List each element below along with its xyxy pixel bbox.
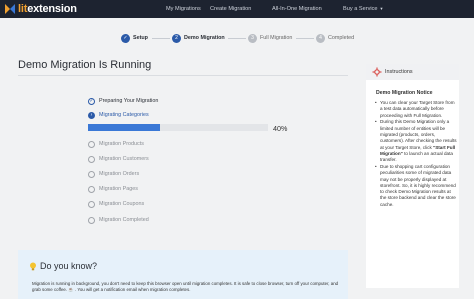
nav-buy-a-service-label: Buy a Service <box>343 6 378 12</box>
task-label: Migration Customers <box>99 156 149 162</box>
logo-mark-icon <box>5 4 15 14</box>
logo-text-rest: extension <box>27 3 77 15</box>
progress-percent: 40% <box>273 124 288 133</box>
nav-buy-a-service[interactable]: Buy a Service ▼ <box>343 6 383 12</box>
pending-icon <box>88 140 95 148</box>
lightbulb-icon <box>30 262 36 270</box>
pending-icon <box>88 170 95 178</box>
top-navbar: litextension My Migrations Create Migrat… <box>0 0 474 18</box>
did-you-know-text: Migration is running in background, you … <box>32 281 339 293</box>
notice-item: You can clear your Target Store from a t… <box>375 100 457 119</box>
did-you-know-heading: Do you know? <box>40 261 98 271</box>
task-label: Migration Orders <box>99 171 140 177</box>
notice-list: You can clear your Target Store from a t… <box>375 100 457 209</box>
task-label: Migration Pages <box>99 186 138 192</box>
notice-item-text: Due to shopping cart configuration pecul… <box>380 163 456 207</box>
task-migrating-categories: › Migrating Categories <box>88 110 149 120</box>
did-you-know-title: Do you know? <box>29 261 97 271</box>
step-number: 2 <box>172 33 181 43</box>
task-label: Migration Coupons <box>99 201 145 207</box>
caret-down-icon: ▼ <box>379 6 384 11</box>
did-you-know-box: Do you know? Migration is running in bac… <box>18 250 348 299</box>
task-completed: Migration Completed <box>88 215 149 225</box>
step-demo-migration: 2 Demo Migration <box>172 31 225 45</box>
task-preparing: ✓ Preparing Your Migration <box>88 96 158 106</box>
arrow-right-icon: › <box>88 111 95 119</box>
task-orders: Migration Orders <box>88 169 139 179</box>
step-label: Full Migration <box>260 35 293 41</box>
step-label: Completed <box>328 35 355 41</box>
notice-item-text: You can clear your Target Store from a t… <box>380 100 455 118</box>
pending-icon <box>88 216 95 224</box>
notice-title: Demo Migration Notice <box>376 90 433 96</box>
logo-text: litextension <box>18 3 77 15</box>
nav-all-in-one-migration[interactable]: All-In-One Migration <box>272 6 322 12</box>
task-label: Preparing Your Migration <box>99 98 159 104</box>
task-label: Migrating Categories <box>99 112 149 118</box>
logo[interactable]: litextension <box>5 2 77 16</box>
task-label: Migration Products <box>99 141 144 147</box>
step-number: 3 <box>248 33 257 43</box>
instructions-header[interactable]: Instructions <box>366 64 459 80</box>
nav-create-migration[interactable]: Create Migration <box>210 6 251 12</box>
task-label: Migration Completed <box>99 217 149 223</box>
step-full-migration: 3 Full Migration <box>248 31 292 45</box>
check-icon: ✓ <box>88 97 95 105</box>
task-coupons: Migration Coupons <box>88 199 144 209</box>
migration-progress-panel: ✓ Preparing Your Migration › Migrating C… <box>18 83 348 243</box>
task-customers: Migration Customers <box>88 154 149 164</box>
check-icon: ✓ <box>121 33 130 43</box>
instructions-label: Instructions <box>385 69 413 75</box>
progress-bar <box>88 124 268 131</box>
task-pages: Migration Pages <box>88 184 138 194</box>
progress-fill <box>88 124 160 131</box>
step-label: Demo Migration <box>184 35 225 41</box>
nav-my-migrations[interactable]: My Migrations <box>166 6 201 12</box>
step-number: 4 <box>316 33 325 43</box>
migration-steps: ✓ Setup 2 Demo Migration 3 Full Migratio… <box>0 31 474 45</box>
notice-item: During this Demo Migration only a limite… <box>375 119 457 163</box>
divider <box>18 75 348 76</box>
page-title: Demo Migration Is Running <box>18 59 152 71</box>
step-setup: ✓ Setup <box>121 31 148 45</box>
notice-item: Due to shopping cart configuration pecul… <box>375 164 457 208</box>
pending-icon <box>88 200 95 208</box>
pending-icon <box>88 185 95 193</box>
step-completed: 4 Completed <box>316 31 354 45</box>
gear-icon <box>372 67 382 77</box>
step-label: Setup <box>133 35 148 41</box>
pending-icon <box>88 155 95 163</box>
instructions-sidebar: Instructions Demo Migration Notice You c… <box>366 64 459 288</box>
task-products: Migration Products <box>88 139 144 149</box>
logo-text-accent: lit <box>18 3 28 15</box>
